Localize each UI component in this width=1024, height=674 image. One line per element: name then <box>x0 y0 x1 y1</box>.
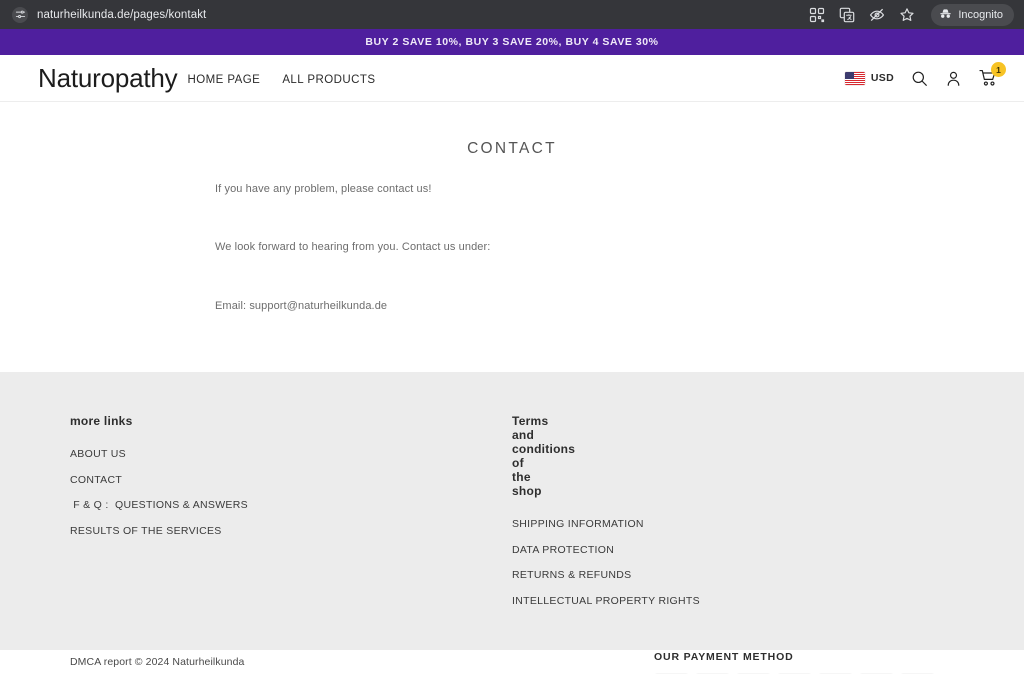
contact-paragraph-1: If you have any problem, please contact … <box>215 183 432 195</box>
incognito-label: Incognito <box>958 8 1003 21</box>
copyright-text: DMCA report © 2024 Naturheilkunda <box>70 656 245 668</box>
site-header: Naturopathy HOME PAGE ALL PRODUCTS USD 1 <box>0 55 1024 102</box>
browser-actions <box>809 7 915 23</box>
page-title: CONTACT <box>467 140 557 157</box>
bookmark-star-icon[interactable] <box>899 7 915 23</box>
contact-paragraph-2: We look forward to hearing from you. Con… <box>215 241 491 254</box>
search-icon[interactable] <box>911 70 928 87</box>
announcement-text: BUY 2 SAVE 10%, BUY 3 SAVE 20%, BUY 4 SA… <box>365 36 659 48</box>
us-flag-icon <box>844 71 865 85</box>
contact-body: If you have any problem, please contact … <box>0 158 1024 314</box>
footer-bottom: DMCA report © 2024 Naturheilkunda OUR PA… <box>0 620 1024 674</box>
address-bar[interactable]: naturheilkunda.de/pages/kontakt <box>12 4 801 25</box>
nav-item-all-products[interactable]: ALL PRODUCTS <box>282 74 375 86</box>
payment-methods: OUR PAYMENT METHOD PayPal VISA <box>654 651 954 674</box>
currency-label: USD <box>870 72 894 84</box>
eye-off-icon[interactable] <box>869 7 885 23</box>
footer-link-columns: more links ABOUT US CONTACT F & Q : QUES… <box>0 414 1024 620</box>
nav-item-home-page[interactable]: HOME PAGE <box>187 74 260 86</box>
browser-toolbar: naturheilkunda.de/pages/kontakt Incognit… <box>0 0 1024 29</box>
main-navigation: HOME PAGE ALL PRODUCTS <box>187 74 375 86</box>
qr-code-icon[interactable] <box>809 7 825 23</box>
payment-methods-title: OUR PAYMENT METHOD <box>654 651 794 663</box>
incognito-hat-icon <box>939 7 952 23</box>
cart-count-badge: 1 <box>991 62 1006 77</box>
announcement-bar: BUY 2 SAVE 10%, BUY 3 SAVE 20%, BUY 4 SA… <box>0 29 1024 55</box>
url-text: naturheilkunda.de/pages/kontakt <box>37 8 207 21</box>
header-actions: USD 1 <box>844 62 1006 87</box>
currency-selector[interactable]: USD <box>844 71 894 85</box>
page-content: CONTACT If you have any problem, please … <box>0 102 1024 372</box>
translate-icon[interactable] <box>839 7 855 23</box>
cart-icon[interactable]: 1 <box>979 62 1006 87</box>
incognito-indicator[interactable]: Incognito <box>931 3 1014 26</box>
account-icon[interactable] <box>945 70 962 87</box>
site-footer: more links ABOUT US CONTACT F & Q : QUES… <box>0 372 1024 668</box>
site-logo[interactable]: Naturopathy <box>38 65 178 91</box>
contact-email: Email: support@naturheilkunda.de <box>215 299 388 312</box>
footer-column-terms: Terms and conditions of the shop SHIPPIN… <box>512 414 700 607</box>
page-settings-icon[interactable] <box>12 6 28 23</box>
